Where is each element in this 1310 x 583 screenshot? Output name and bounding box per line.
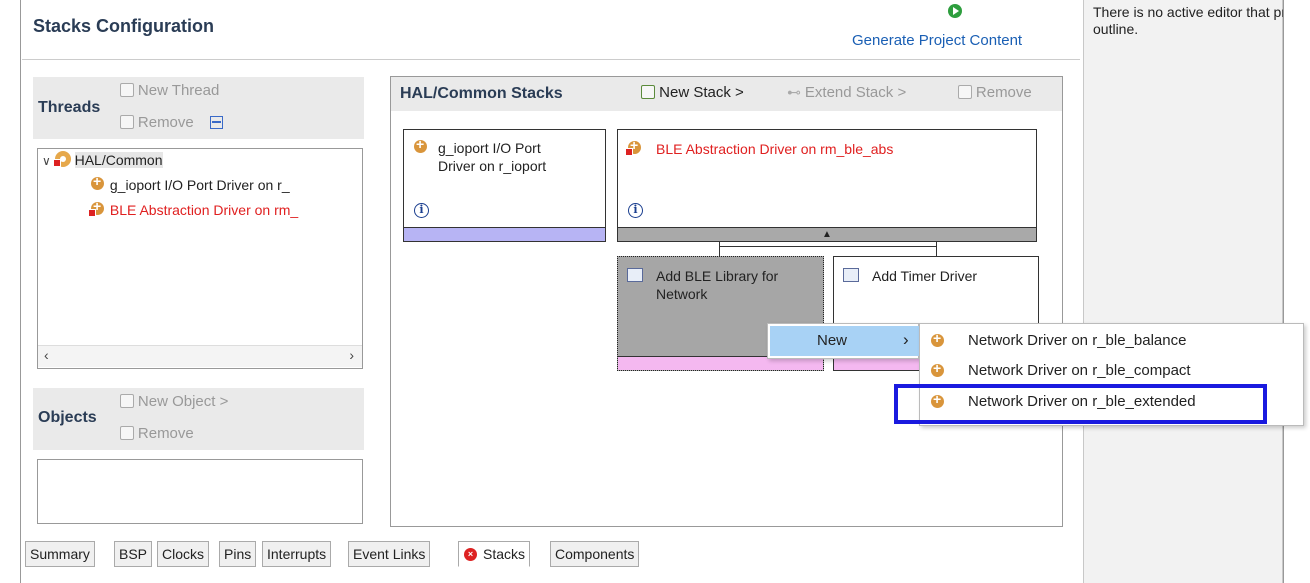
gear-icon (52, 151, 71, 167)
threads-title: Threads (38, 99, 101, 116)
remove-object-label: Remove (137, 425, 194, 442)
connector-line (719, 246, 936, 247)
tree-item-label: g_ioport I/O Port Driver on r_ (109, 177, 290, 193)
tab-pins[interactable]: Pins (219, 541, 257, 567)
component-error-icon (625, 137, 643, 156)
tab-components[interactable]: Components (550, 541, 640, 567)
tree-item-hal-common[interactable]: ∨ HAL/Common (42, 151, 163, 168)
remove-icon (958, 85, 972, 99)
remove-stack-button[interactable]: Remove (958, 84, 1032, 101)
chevron-down-icon[interactable]: ∨ (42, 154, 51, 168)
new-thread-button[interactable]: New Thread (120, 82, 219, 99)
submenu-item-compact[interactable]: Network Driver on r_ble_compact (920, 358, 1300, 384)
remove-icon (120, 115, 134, 129)
stack-card-ble-abs[interactable]: BLE Abstraction Driver on rm_ble_abs i ▲ (617, 129, 1037, 242)
card-footer (404, 227, 605, 241)
tab-interrupts[interactable]: Interrupts (262, 541, 332, 567)
card-label: Add BLE Library for (656, 268, 779, 284)
submenu-item-label: Network Driver on r_ble_compact (968, 362, 1191, 379)
remove-object-button[interactable]: Remove (120, 425, 194, 442)
objects-title: Objects (38, 409, 97, 426)
right-edge-panel (1283, 0, 1310, 583)
tab-stacks[interactable]: × Stacks (458, 541, 531, 567)
new-object-button[interactable]: New Object > (120, 393, 228, 410)
tree-item-label: HAL/Common (74, 152, 163, 168)
card-label: BLE Abstraction Driver on rm_ble_abs (656, 141, 894, 157)
extend-stack-icon: ⊷ (787, 84, 801, 100)
component-icon (930, 330, 946, 349)
stacks-title: HAL/Common Stacks (400, 85, 563, 102)
remove-thread-label: Remove (137, 114, 194, 131)
error-icon: × (464, 548, 477, 561)
new-thread-icon (120, 83, 134, 97)
new-stack-button[interactable]: New Stack > (641, 84, 744, 101)
tab-summary[interactable]: Summary (25, 541, 95, 567)
stack-card-ioport[interactable]: g_ioport I/O Port Driver on r_ioport i (403, 129, 606, 242)
threads-tree[interactable]: ∨ HAL/Common g_ioport I/O Port Driver on… (37, 148, 363, 369)
new-object-label: New Object > (137, 393, 229, 410)
collapse-icon[interactable] (209, 116, 223, 129)
remove-icon (120, 426, 134, 440)
generate-project-content-link[interactable]: Generate Project Content (852, 32, 1022, 49)
new-object-icon (120, 394, 134, 408)
tab-label: Stacks (483, 546, 526, 562)
remove-thread-button[interactable]: Remove (120, 114, 223, 131)
menu-item-label: New (817, 332, 848, 349)
info-icon[interactable]: i (414, 203, 429, 218)
page-title: Stacks Configuration (33, 16, 215, 36)
outline-panel (1083, 0, 1283, 583)
highlight-box (894, 384, 1267, 424)
new-thread-label: New Thread (137, 82, 220, 99)
submenu-arrow-icon: › (903, 330, 909, 349)
scroll-left-icon[interactable]: ‹ (44, 347, 49, 363)
objects-list[interactable] (37, 459, 363, 524)
connector-line (936, 242, 937, 256)
horizontal-scrollbar[interactable]: ‹ › (38, 345, 362, 367)
info-icon[interactable]: i (628, 203, 643, 218)
extend-stack-label: Extend Stack > (804, 84, 907, 101)
component-icon (930, 360, 946, 379)
connector-line (719, 242, 720, 256)
tab-bsp[interactable]: BSP (114, 541, 153, 567)
card-label: Add Timer Driver (872, 268, 978, 284)
tree-item-label: BLE Abstraction Driver on rm_ (109, 202, 299, 218)
generate-icon[interactable] (948, 4, 962, 18)
component-icon (413, 136, 429, 155)
extend-stack-button[interactable]: ⊷ Extend Stack > (787, 84, 906, 101)
card-footer-collapse[interactable]: ▲ (618, 227, 1036, 241)
new-stack-icon (641, 85, 655, 99)
title-divider (22, 59, 1080, 60)
tree-item-ioport[interactable]: g_ioport I/O Port Driver on r_ (90, 173, 290, 193)
new-stack-label: New Stack > (659, 84, 744, 101)
component-error-icon (88, 198, 106, 217)
editor-tab-bar: Summary BSP Clocks Pins Interrupts Event… (20, 541, 670, 567)
tab-event-links[interactable]: Event Links (348, 541, 431, 567)
add-module-icon (627, 268, 643, 282)
card-label: Driver on r_ioport (438, 158, 547, 174)
remove-stack-label: Remove (975, 84, 1032, 101)
submenu-item-balance[interactable]: Network Driver on r_ble_balance (920, 328, 1300, 354)
tab-clocks[interactable]: Clocks (157, 541, 210, 567)
component-icon (90, 173, 106, 192)
menu-item-new[interactable]: New › (770, 326, 919, 356)
card-label: g_ioport I/O Port (438, 140, 541, 156)
submenu-item-label: Network Driver on r_ble_balance (968, 332, 1187, 349)
add-module-icon (843, 268, 859, 282)
scroll-right-icon[interactable]: › (349, 347, 354, 363)
tree-item-ble-abs[interactable]: BLE Abstraction Driver on rm_ (88, 198, 299, 218)
card-label: Network (656, 286, 708, 302)
outline-message: There is no active editor that provides … (1093, 4, 1288, 37)
